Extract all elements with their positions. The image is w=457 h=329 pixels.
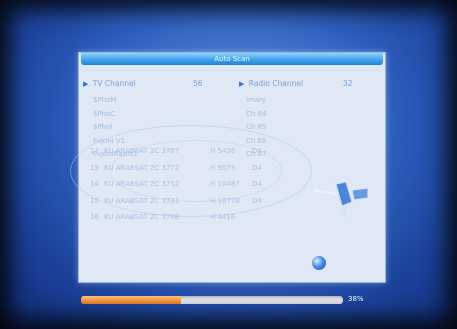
tp-index: 15 (90, 196, 99, 205)
tp-index: 17 (90, 147, 99, 155)
list-item: $PhoM (93, 96, 117, 104)
tp-satellite: KU ARABSAT 2C 3772 (104, 163, 180, 172)
tp-frequency: H 10487 (210, 180, 240, 188)
tp-symbol: D4 (252, 180, 262, 188)
tp-symbol: D4 (252, 163, 262, 172)
tp-satellite: KU ARABSAT 2C 3708 (104, 213, 180, 221)
tv-channel-header: ▶ TV Channel 56 (83, 79, 203, 88)
scan-progress-fill (81, 296, 181, 304)
list-item: $PhoC (93, 109, 116, 118)
radio-channel-label: Radio Channel (248, 79, 304, 88)
play-triangle-icon: ▶ (239, 80, 245, 88)
tp-frequency: H 10778 (210, 196, 240, 205)
tp-index: 16 (90, 213, 99, 221)
tp-symbol: D4 (252, 147, 262, 155)
transponder-list: 17 KU ARABSAT 2C 3787 H 5436 D4 13 KU AR… (90, 143, 287, 226)
tp-satellite: KU ARABSAT 2C 3787 (104, 147, 180, 155)
radio-channel-count: 32 (343, 79, 353, 88)
play-triangle-icon: ▶ (83, 80, 89, 88)
tp-index: 14 (90, 180, 99, 188)
radio-channel-header: ▶ Radio Channel 32 (239, 79, 353, 88)
tp-frequency: H 4416 (210, 213, 236, 221)
scan-progress-label: 38% (348, 295, 364, 303)
tp-satellite: KU ARABSAT 2C 3752 (104, 180, 180, 188)
list-item: Imary (246, 96, 267, 104)
satellite-icon (313, 181, 369, 217)
globe-icon (312, 256, 326, 270)
tp-satellite: KU ARABSAT 2C 3731 (104, 196, 180, 205)
tp-symbol (252, 209, 287, 226)
table-row: 15 KU ARABSAT 2C 3731 H 10778 D4 (90, 193, 287, 210)
scan-progress-bar (81, 296, 343, 304)
table-row: 14 KU ARABSAT 2C 3752 H 10487 D4 (90, 176, 287, 193)
dialog-title: Auto Scan (81, 53, 383, 65)
tp-frequency: H 5436 (210, 147, 236, 155)
table-row: 16 KU ARABSAT 2C 3708 H 4416 (90, 209, 287, 226)
tp-frequency: H 9073 (210, 163, 236, 172)
list-item: Ch 84 (246, 109, 267, 118)
table-row: 13 KU ARABSAT 2C 3772 H 9073 D4 (90, 160, 287, 177)
tv-channel-label: TV Channel (92, 79, 136, 88)
tv-channel-count: 56 (193, 79, 203, 88)
tp-symbol: D4 (252, 196, 262, 205)
table-row: 17 KU ARABSAT 2C 3787 H 5436 D4 (90, 143, 287, 160)
tp-index: 13 (90, 163, 99, 172)
